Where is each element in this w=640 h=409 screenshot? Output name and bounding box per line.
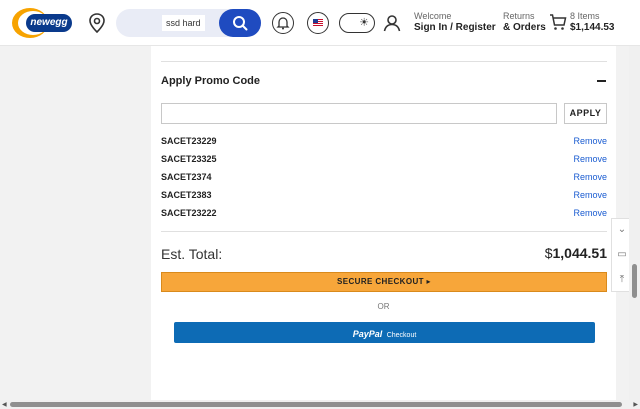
caret-right-icon: ▸ (426, 277, 431, 286)
logo-text: newegg (26, 14, 72, 32)
scroll-right-arrow-icon[interactable]: ▶ (633, 401, 638, 408)
promo-code-row: SACET23325 Remove (161, 152, 607, 170)
remove-promo-link[interactable]: Remove (573, 190, 607, 200)
user-icon[interactable] (383, 14, 401, 32)
sign-in-register-link[interactable]: Sign In / Register (414, 22, 496, 34)
scroll-left-arrow-icon[interactable]: ◀ (2, 401, 7, 408)
promo-code: SACET2383 (161, 190, 212, 200)
total-amount: 1,044.51 (552, 245, 608, 261)
remove-promo-link[interactable]: Remove (573, 208, 607, 218)
orders-label: & Orders (503, 21, 546, 33)
floating-toolbar: ⌄ ▭ ⤒ (611, 218, 631, 292)
welcome-label: Welcome (414, 11, 452, 21)
divider (161, 231, 607, 232)
secure-checkout-button[interactable]: SECURE CHECKOUT ▸ (161, 272, 607, 292)
promo-code-row: SACET2374 Remove (161, 170, 607, 188)
site-header: newegg ssd hard ☀ Welcome Sign In / Regi… (0, 0, 640, 46)
double-chevron-down-icon[interactable]: ⌄ (616, 224, 628, 236)
divider (161, 61, 607, 62)
back-to-top-icon[interactable]: ⤒ (616, 274, 628, 286)
paypal-checkout-label: Checkout (386, 332, 417, 339)
promo-code: SACET2374 (161, 172, 212, 182)
returns-label: Returns (503, 11, 535, 21)
promo-code: SACET23222 (161, 208, 217, 218)
promo-code-row: SACET23229 Remove (161, 134, 607, 152)
apply-promo-button[interactable]: APPLY (564, 103, 607, 124)
horizontal-scrollbar[interactable]: ◀ ▶ (0, 400, 640, 409)
vertical-scrollbar[interactable] (629, 46, 640, 400)
promo-code-input[interactable] (161, 103, 557, 124)
theme-toggle[interactable]: ☀ (339, 13, 375, 33)
newegg-logo[interactable]: newegg (12, 6, 72, 40)
collapse-minus-icon[interactable] (597, 80, 606, 82)
search-input[interactable]: ssd hard (162, 15, 205, 31)
cart-item-count: 8 Items (570, 11, 600, 21)
cart-summary[interactable]: 8 Items $1,144.53 (570, 11, 615, 34)
promo-code-row: SACET2383 Remove (161, 188, 607, 206)
promo-code: SACET23229 (161, 136, 217, 146)
paypal-checkout-button[interactable]: PayPal Checkout (174, 322, 595, 343)
country-selector[interactable] (307, 12, 329, 34)
remove-promo-link[interactable]: Remove (573, 172, 607, 182)
promo-code: SACET23325 (161, 154, 217, 164)
returns-orders-link[interactable]: Returns & Orders (503, 11, 546, 34)
or-separator: OR (377, 302, 390, 311)
cart-summary-panel: Apply Promo Code APPLY SACET23229 Remove… (151, 46, 616, 400)
location-pin-icon[interactable] (88, 13, 106, 33)
paypal-logo: PayPal (352, 329, 383, 339)
currency-symbol: $ (544, 245, 553, 261)
est-total-label: Est. Total: (161, 246, 223, 262)
search-button[interactable] (219, 9, 261, 37)
bell-icon (276, 17, 290, 30)
remove-promo-link[interactable]: Remove (573, 136, 607, 146)
horizontal-scrollbar-thumb[interactable] (10, 402, 622, 407)
us-flag-icon (313, 19, 323, 26)
feedback-chat-icon[interactable]: ▭ (616, 249, 628, 261)
account-menu[interactable]: Welcome Sign In / Register (414, 11, 496, 34)
search-icon (233, 16, 248, 31)
sun-icon: ☀ (359, 17, 369, 29)
est-total-value: $1,044.51 (545, 245, 607, 261)
remove-promo-link[interactable]: Remove (573, 154, 607, 164)
cart-icon[interactable] (549, 13, 567, 31)
notifications-button[interactable] (272, 12, 294, 34)
promo-code-row: SACET23222 Remove (161, 206, 607, 224)
search-bar: ssd hard (116, 9, 261, 37)
cart-total: $1,144.53 (570, 21, 615, 33)
promo-code-list: SACET23229 Remove SACET23325 Remove SACE… (161, 134, 607, 224)
vertical-scrollbar-thumb[interactable] (632, 264, 637, 298)
checkout-label: SECURE CHECKOUT (337, 277, 424, 286)
promo-title: Apply Promo Code (161, 75, 261, 87)
